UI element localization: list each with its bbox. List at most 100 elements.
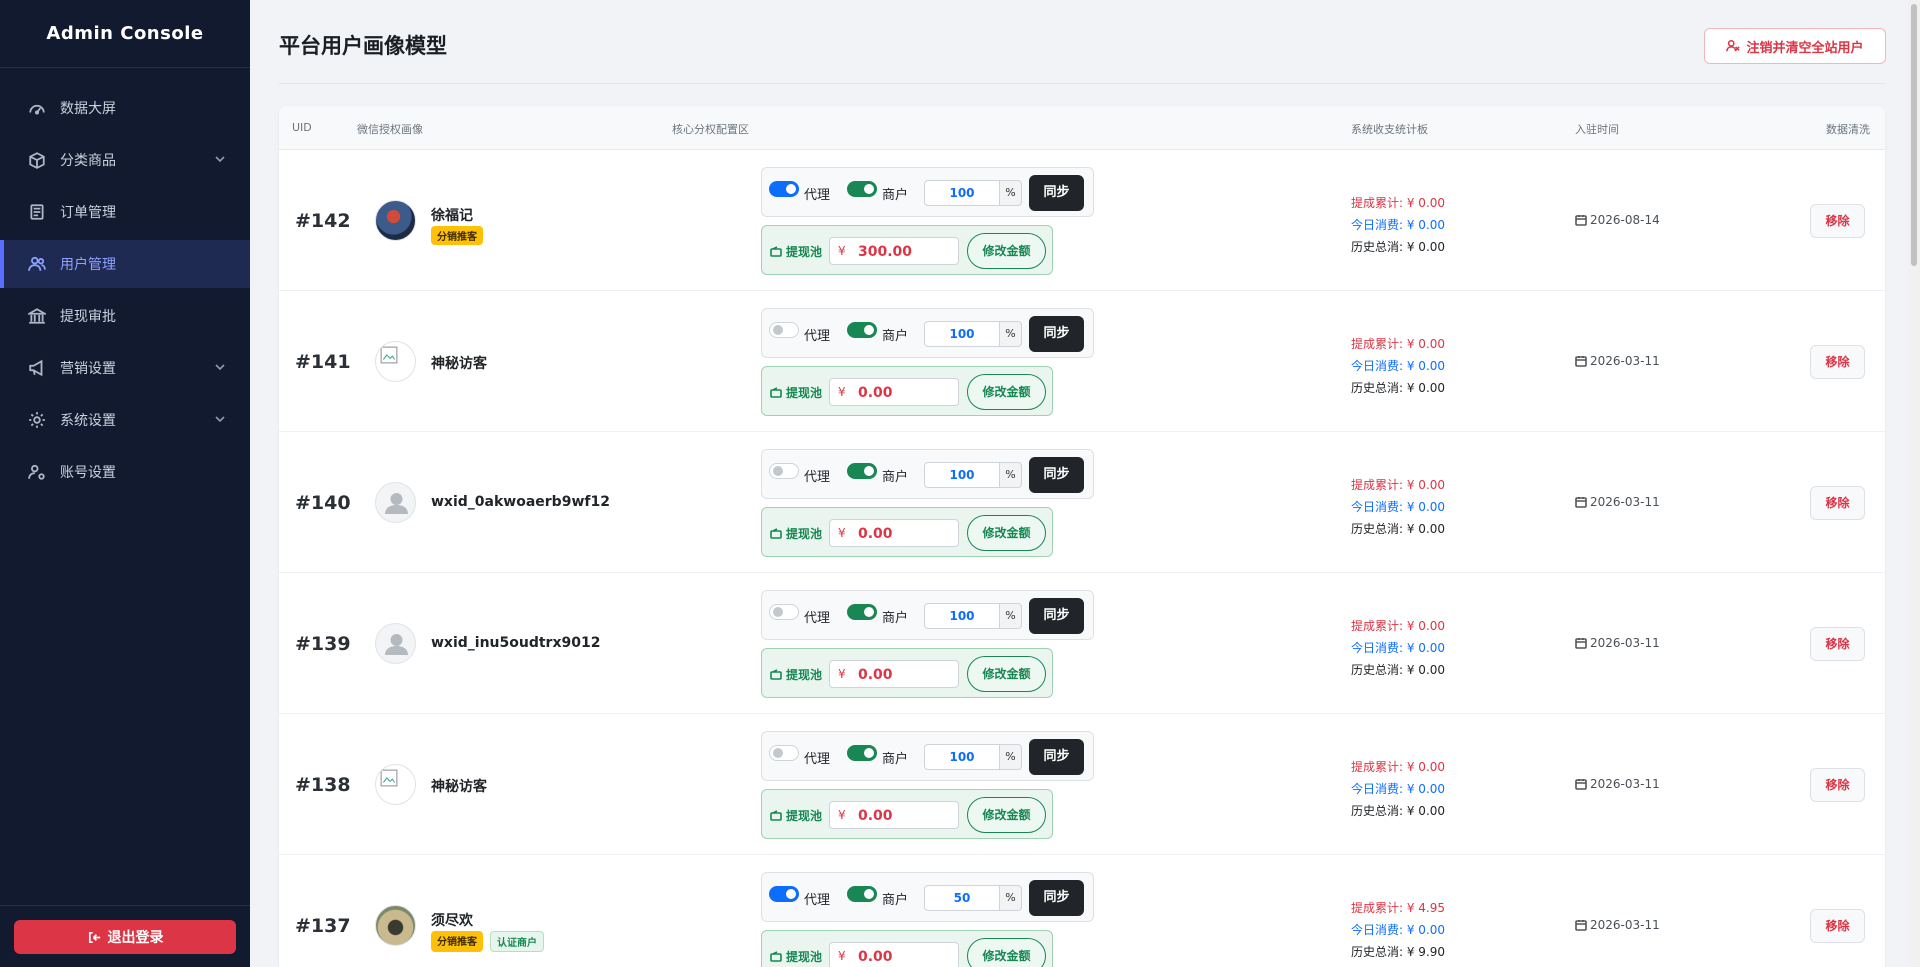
sync-button[interactable]: 同步: [1029, 316, 1084, 352]
commission-rate-input[interactable]: 100: [924, 180, 1000, 206]
clear-all-users-label: 注销并清空全站用户: [1746, 40, 1864, 56]
commission-rate-input[interactable]: 50: [924, 885, 1000, 911]
col-uid: UID: [292, 121, 312, 134]
commission-rate-input[interactable]: 100: [924, 744, 1000, 770]
commission-rate-input[interactable]: 100: [924, 462, 1000, 488]
remove-user-button[interactable]: 移除: [1810, 768, 1865, 802]
withdraw-amount-input[interactable]: ¥0.00: [829, 378, 959, 406]
col-config: 核心分权配置区: [672, 123, 749, 136]
merchant-toggle[interactable]: [847, 322, 877, 338]
sidebar-item-1[interactable]: 分类商品: [0, 136, 250, 184]
sidebar-item-7[interactable]: 账号设置: [0, 448, 250, 496]
withdraw-amount-input[interactable]: ¥0.00: [829, 519, 959, 547]
page-scrollbar[interactable]: [1908, 0, 1920, 967]
sync-button[interactable]: 同步: [1029, 880, 1084, 916]
commission-rate-input[interactable]: 100: [924, 321, 1000, 347]
col-join-date: 入驻时间: [1575, 123, 1619, 136]
withdraw-pool-label: 提现池: [770, 525, 822, 542]
edit-amount-button[interactable]: 修改金额: [967, 374, 1046, 410]
merchant-label: 商户: [882, 329, 909, 344]
agent-label: 代理: [804, 188, 831, 203]
broken-image-icon: [380, 346, 398, 364]
wallet-icon: [770, 809, 782, 821]
agent-toggle[interactable]: [769, 886, 799, 902]
commission-rate-input[interactable]: 100: [924, 603, 1000, 629]
agent-toggle[interactable]: [769, 463, 799, 479]
stat-today-spend: 今日消费: ¥ 0.00: [1351, 359, 1446, 373]
table-header: UID 微信授权画像 核心分权配置区 系统收支统计板 入驻时间 数据清洗: [279, 106, 1885, 150]
stat-commission: 提成累计: ¥ 0.00: [1351, 196, 1446, 210]
scrollbar-thumb[interactable]: [1911, 4, 1917, 266]
logout-button[interactable]: 退出登录: [14, 920, 236, 954]
sidebar-item-2[interactable]: 订单管理: [0, 188, 250, 236]
edit-amount-button[interactable]: 修改金额: [967, 515, 1046, 551]
merchant-toggle[interactable]: [847, 463, 877, 479]
finance-stats: 提成累计: ¥ 0.00 今日消费: ¥ 0.00 历史总消: ¥ 0.00: [1351, 615, 1445, 681]
sync-button[interactable]: 同步: [1029, 598, 1084, 634]
merchant-toggle[interactable]: [847, 886, 877, 902]
logout-icon: [88, 931, 100, 943]
remove-user-button[interactable]: 移除: [1810, 204, 1865, 238]
remove-user-button[interactable]: 移除: [1810, 909, 1865, 943]
sidebar-footer: 退出登录: [0, 905, 250, 967]
edit-amount-button[interactable]: 修改金额: [967, 797, 1046, 833]
sidebar-item-label: 营销设置: [60, 361, 116, 377]
stat-today-spend: 今日消费: ¥ 0.00: [1351, 641, 1446, 655]
merchant-toggle[interactable]: [847, 745, 877, 761]
join-date: 2026-03-11: [1575, 777, 1660, 791]
merchant-toggle[interactable]: [847, 181, 877, 197]
currency-symbol: ¥: [838, 526, 846, 540]
toggle-knob: [773, 748, 783, 758]
sidebar-item-label: 用户管理: [60, 257, 116, 273]
withdraw-amount-input[interactable]: ¥0.00: [829, 942, 959, 967]
sidebar-item-label: 账号设置: [60, 465, 116, 481]
gear-icon: [28, 411, 46, 429]
sync-button[interactable]: 同步: [1029, 739, 1084, 775]
edit-amount-button[interactable]: 修改金额: [967, 938, 1046, 967]
merchant-toggle[interactable]: [847, 604, 877, 620]
clear-all-users-button[interactable]: 注销并清空全站用户: [1704, 28, 1886, 64]
toggle-knob: [786, 184, 796, 194]
agent-toggle[interactable]: [769, 604, 799, 620]
stat-total-spend: 历史总消: ¥ 0.00: [1351, 663, 1446, 677]
stat-today-spend: 今日消费: ¥ 0.00: [1351, 218, 1446, 232]
remove-user-button[interactable]: 移除: [1810, 345, 1865, 379]
join-date-text: 2026-03-11: [1590, 636, 1660, 650]
wallet-icon: [770, 386, 782, 398]
agent-toggle[interactable]: [769, 745, 799, 761]
sidebar-item-0[interactable]: 数据大屏: [0, 84, 250, 132]
currency-symbol: ¥: [838, 385, 846, 399]
agent-label: 代理: [804, 329, 831, 344]
finance-stats: 提成累计: ¥ 0.00 今日消费: ¥ 0.00 历史总消: ¥ 0.00: [1351, 192, 1445, 258]
pool-label-text: 提现池: [786, 527, 823, 541]
agent-toggle[interactable]: [769, 322, 799, 338]
withdraw-amount-input[interactable]: ¥0.00: [829, 801, 959, 829]
edit-amount-button[interactable]: 修改金额: [967, 233, 1046, 269]
wallet-icon: [770, 245, 782, 257]
sidebar-item-4[interactable]: 提现审批: [0, 292, 250, 340]
calendar-icon: [1575, 920, 1587, 931]
sync-button[interactable]: 同步: [1029, 175, 1084, 211]
withdraw-amount: 0.00: [858, 526, 893, 542]
table-row: #139 wxid_inu5oudtrx9012 代理 商户 100% 同步 提现池 ¥0.0…: [279, 573, 1885, 714]
remove-user-button[interactable]: 移除: [1810, 486, 1865, 520]
agent-toggle[interactable]: [769, 181, 799, 197]
sidebar-item-5[interactable]: 营销设置: [0, 344, 250, 392]
withdraw-amount-input[interactable]: ¥0.00: [829, 660, 959, 688]
sidebar-item-label: 订单管理: [60, 205, 116, 221]
sync-button[interactable]: 同步: [1029, 457, 1084, 493]
wallet-icon: [770, 527, 782, 539]
agent-label: 代理: [804, 893, 831, 908]
withdraw-amount-input[interactable]: ¥300.00: [829, 237, 959, 265]
logout-label: 退出登录: [107, 930, 164, 946]
remove-user-button[interactable]: 移除: [1810, 627, 1865, 661]
dashboard-icon: [28, 99, 46, 117]
finance-stats: 提成累计: ¥ 0.00 今日消费: ¥ 0.00 历史总消: ¥ 0.00: [1351, 474, 1445, 540]
sidebar-item-6[interactable]: 系统设置: [0, 396, 250, 444]
join-date: 2026-03-11: [1575, 495, 1660, 509]
currency-symbol: ¥: [838, 949, 846, 963]
edit-amount-button[interactable]: 修改金额: [967, 656, 1046, 692]
user-badges: 分销推客 认证商户: [431, 931, 551, 952]
sidebar-item-3[interactable]: 用户管理: [0, 240, 250, 288]
join-date-text: 2026-03-11: [1590, 777, 1660, 791]
